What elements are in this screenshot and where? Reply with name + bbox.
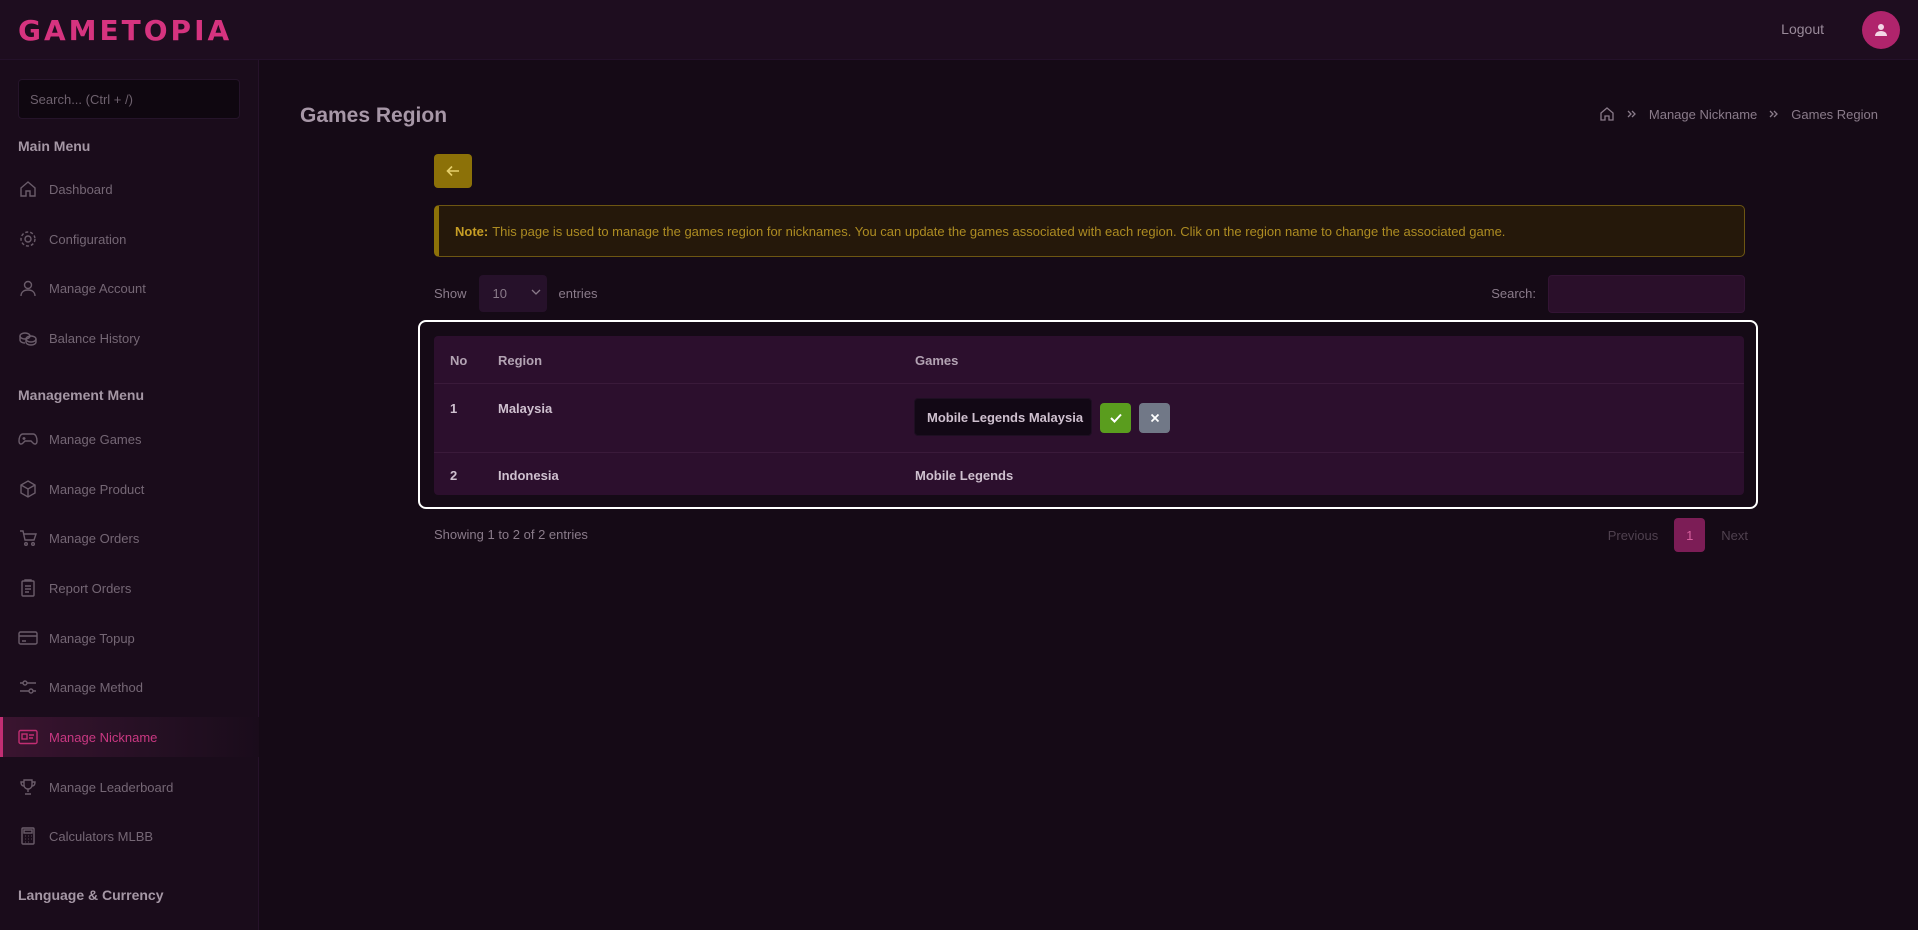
sidebar-item-label: Manage Nickname: [49, 729, 158, 745]
sidebar-item-manage-nickname[interactable]: Manage Nickname: [0, 717, 259, 757]
sidebar-item-manage-leaderboard[interactable]: Manage Leaderboard: [0, 767, 259, 807]
column-header-games[interactable]: Games: [915, 353, 958, 368]
calculator-icon: [18, 826, 38, 846]
sidebar-item-label: Balance History: [49, 330, 141, 346]
gamepad-icon: [18, 429, 38, 449]
sidebar-item-balance-history[interactable]: Balance History: [0, 318, 259, 358]
sidebar-item-report-orders[interactable]: Report Orders: [0, 568, 259, 608]
top-bar: GAMETOPIA Logout: [0, 0, 1918, 60]
check-icon: [1109, 413, 1122, 423]
sidebar-item-configuration[interactable]: Configuration: [0, 219, 259, 259]
breadcrumb-separator-icon: [1769, 109, 1779, 119]
previous-button[interactable]: Previous: [1608, 528, 1659, 543]
home-icon: [18, 179, 38, 199]
next-button[interactable]: Next: [1721, 528, 1748, 543]
game-edit-input[interactable]: [914, 398, 1092, 436]
sidebar-item-manage-method[interactable]: Manage Method: [0, 667, 259, 707]
table-search-input[interactable]: [1548, 274, 1745, 313]
row-no: 2: [450, 468, 458, 483]
home-icon[interactable]: [1599, 106, 1615, 122]
page-button-1[interactable]: 1: [1674, 518, 1706, 552]
card-icon: [18, 628, 38, 648]
row-region-link[interactable]: Malaysia: [498, 401, 552, 416]
sidebar-item-label: Calculators MLBB: [49, 828, 154, 844]
sidebar-item-label: Configuration: [49, 231, 127, 247]
sidebar-item-label: Manage Orders: [49, 530, 140, 546]
breadcrumb: Manage Nickname Games Region: [1599, 106, 1878, 122]
cart-icon: [18, 528, 38, 548]
sidebar-item-label: Manage Account: [49, 280, 146, 296]
arrow-left-icon: [446, 165, 460, 177]
breadcrumb-separator-icon: [1627, 109, 1637, 119]
sidebar-item-manage-product[interactable]: Manage Product: [0, 469, 259, 509]
box-icon: [18, 479, 38, 499]
chevron-down-icon: [531, 289, 541, 296]
sidebar-item-manage-topup[interactable]: Manage Topup: [0, 618, 259, 658]
language-currency-heading: Language & Currency: [18, 887, 164, 903]
column-header-region[interactable]: Region: [498, 353, 542, 368]
column-header-no[interactable]: No: [450, 353, 467, 368]
sidebar-item-calculators-mlbb[interactable]: Calculators MLBB: [0, 816, 259, 856]
id-card-icon: [18, 727, 38, 747]
pagination: Previous 1 Next: [1608, 518, 1748, 552]
sidebar-item-label: Report Orders: [49, 580, 132, 596]
cancel-button[interactable]: [1139, 403, 1170, 433]
sidebar-item-dashboard[interactable]: Dashboard: [0, 169, 259, 209]
entries-control: Show 10 entries: [434, 275, 598, 312]
table-container: No Region Games 1 Malaysia 2 Indonesia M…: [418, 320, 1758, 509]
coins-icon: [18, 328, 38, 348]
table-search: Search:: [1491, 274, 1745, 313]
note-alert: Note: This page is used to manage the ga…: [434, 205, 1745, 257]
sidebar-item-label: Manage Topup: [49, 630, 135, 646]
breadcrumb-item-games-region: Games Region: [1791, 106, 1878, 122]
sidebar-item-label: Manage Product: [49, 481, 145, 497]
regions-table: No Region Games 1 Malaysia 2 Indonesia M…: [434, 336, 1744, 495]
search-label: Search:: [1491, 286, 1536, 301]
user-icon: [18, 278, 38, 298]
back-button[interactable]: [434, 154, 472, 188]
entries-label: entries: [558, 286, 598, 301]
app-logo[interactable]: GAMETOPIA: [18, 14, 232, 47]
confirm-button[interactable]: [1100, 403, 1131, 433]
sidebar-item-label: Dashboard: [49, 181, 113, 197]
sidebar-item-label: Manage Method: [49, 679, 143, 695]
breadcrumb-item-manage-nickname[interactable]: Manage Nickname: [1649, 107, 1757, 122]
note-text: This page is used to manage the games re…: [492, 223, 1506, 239]
avatar[interactable]: [1862, 11, 1900, 49]
logout-link[interactable]: Logout: [1781, 21, 1824, 37]
table-header-row: No Region Games: [434, 336, 1744, 384]
entries-select[interactable]: 10: [478, 275, 547, 312]
sidebar-search-input[interactable]: [18, 79, 240, 119]
sidebar-item-manage-orders[interactable]: Manage Orders: [0, 518, 259, 558]
main-menu-heading: Main Menu: [18, 138, 91, 154]
close-icon: [1150, 413, 1160, 423]
management-menu-heading: Management Menu: [18, 387, 145, 403]
page-title: Games Region: [300, 104, 448, 127]
sidebar: Main Menu Dashboard Configuration Manage…: [0, 60, 259, 930]
show-label: Show: [434, 286, 467, 301]
row-games: Mobile Legends: [915, 468, 1014, 483]
note-label: Note:: [455, 223, 489, 239]
row-no: 1: [450, 401, 458, 416]
sidebar-item-label: Manage Leaderboard: [49, 779, 174, 795]
showing-info: Showing 1 to 2 of 2 entries: [434, 527, 588, 542]
entries-value: 10: [492, 286, 507, 301]
sidebar-item-manage-games[interactable]: Manage Games: [0, 419, 259, 459]
table-row: 2 Indonesia Mobile Legends: [434, 453, 1744, 495]
gear-icon: [18, 229, 38, 249]
sliders-icon: [18, 677, 38, 697]
row-region-link[interactable]: Indonesia: [498, 468, 559, 483]
user-icon: [1874, 23, 1888, 37]
trophy-icon: [18, 777, 38, 797]
sidebar-item-label: Manage Games: [49, 431, 142, 447]
clipboard-icon: [18, 578, 38, 598]
table-row: 1 Malaysia: [434, 384, 1744, 453]
sidebar-item-manage-account[interactable]: Manage Account: [0, 268, 259, 308]
